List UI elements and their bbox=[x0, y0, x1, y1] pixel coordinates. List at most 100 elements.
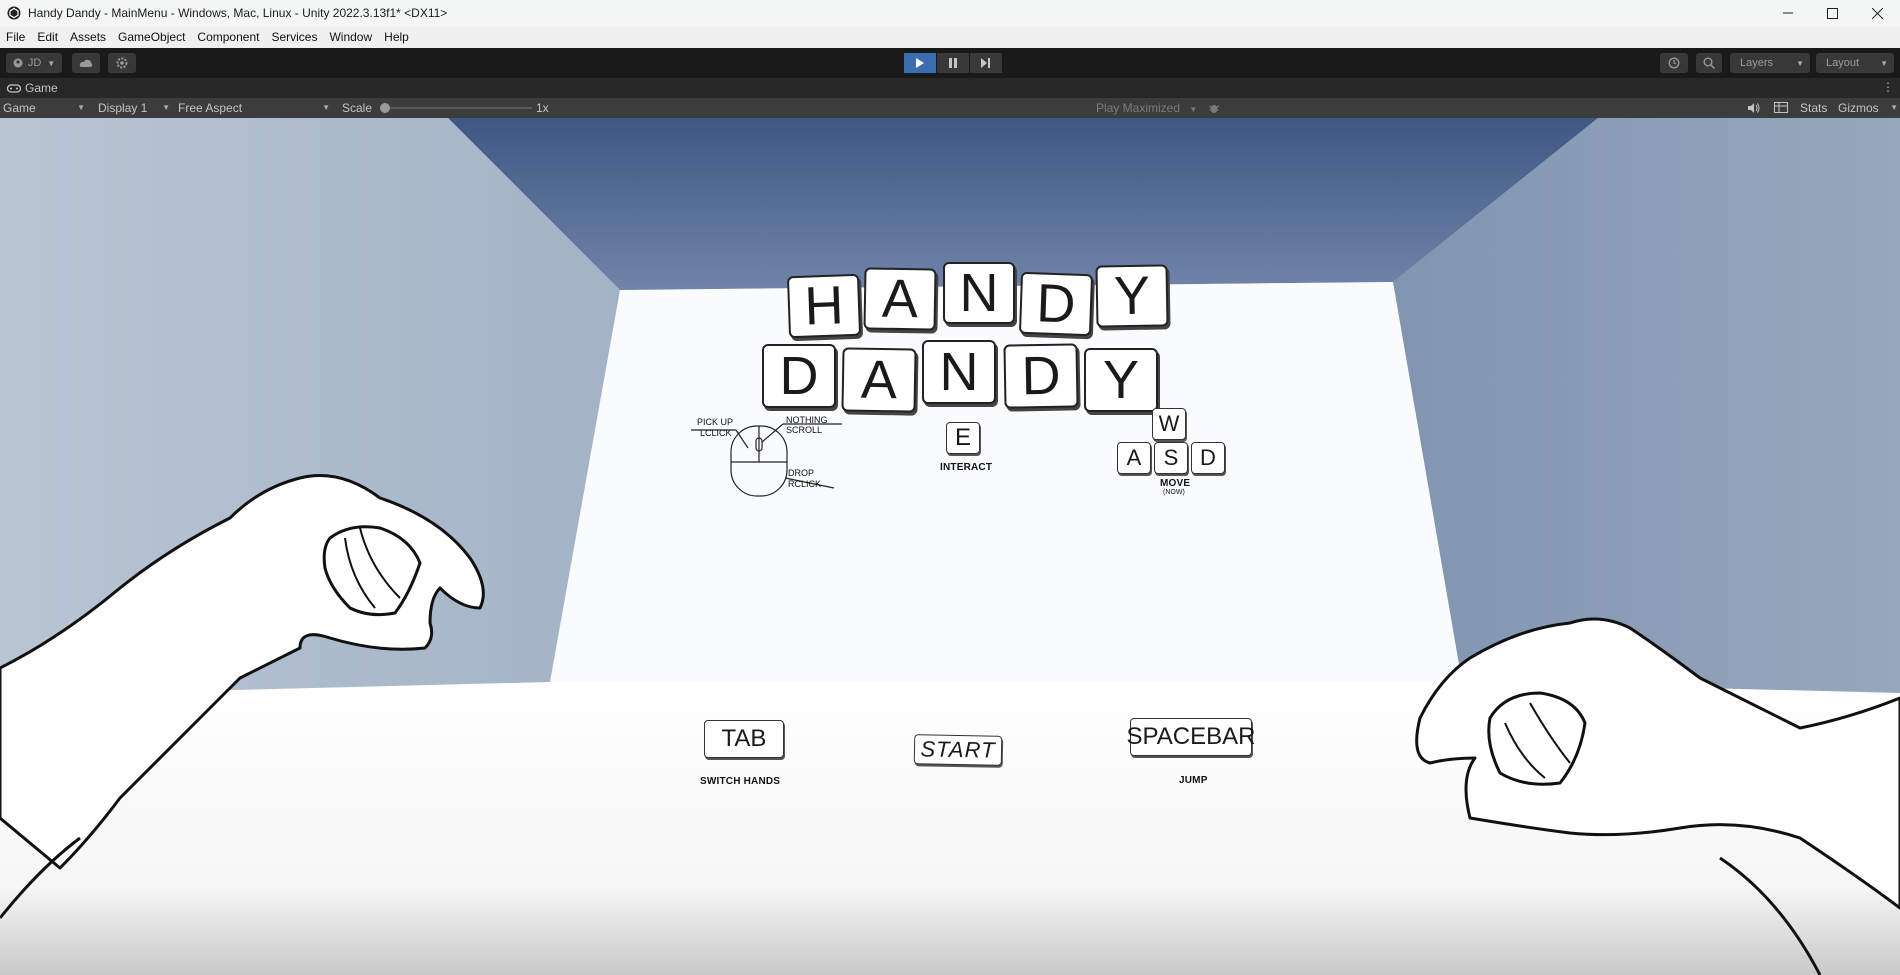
move-sublabel: (NOW) bbox=[1163, 489, 1185, 496]
menu-assets[interactable]: Assets bbox=[64, 26, 112, 48]
menu-services[interactable]: Services bbox=[265, 26, 323, 48]
minimize-button[interactable] bbox=[1765, 0, 1810, 26]
game-mode-dropdown[interactable]: Game ▼ bbox=[3, 98, 85, 118]
layout-label: Layout bbox=[1826, 57, 1860, 69]
title-tile: A bbox=[841, 347, 917, 413]
display-dropdown[interactable]: Display 1 ▼ bbox=[98, 98, 170, 118]
chevron-down-icon: ▼ bbox=[1189, 105, 1198, 114]
stats-button[interactable]: Stats bbox=[1800, 98, 1827, 118]
aspect-dropdown[interactable]: Free Aspect ▼ bbox=[178, 98, 330, 118]
nothing-label: NOTHING bbox=[786, 415, 828, 425]
kebab-menu-icon[interactable]: ⋮ bbox=[1882, 80, 1894, 94]
title-tile: H bbox=[786, 273, 862, 339]
title-tile: N bbox=[922, 340, 996, 404]
chevron-down-icon: ▼ bbox=[1890, 103, 1898, 112]
bug-icon[interactable] bbox=[1208, 102, 1220, 114]
title-tile: Y bbox=[1095, 264, 1169, 328]
d-key: D bbox=[1191, 442, 1225, 474]
gamepad-icon bbox=[7, 83, 21, 93]
layers-dropdown[interactable]: Layers ▼ bbox=[1730, 53, 1810, 73]
rclick-label: RCLICK bbox=[788, 479, 822, 489]
play-maximized-dropdown[interactable]: Play Maximized ▼ bbox=[1096, 98, 1197, 120]
spacebar-key: SPACEBAR bbox=[1127, 718, 1255, 756]
game-view-controls: Game ▼ Display 1 ▼ Free Aspect ▼ Scale 1… bbox=[0, 98, 1900, 118]
pause-button[interactable] bbox=[937, 53, 969, 73]
cloud-icon bbox=[79, 59, 93, 67]
title-tile: D bbox=[1003, 343, 1079, 409]
lclick-label: LCLICK bbox=[700, 428, 732, 438]
window-titlebar: Handy Dandy - MainMenu - Windows, Mac, L… bbox=[0, 0, 1900, 26]
menu-window[interactable]: Window bbox=[323, 26, 378, 48]
maximize-button[interactable] bbox=[1810, 0, 1855, 26]
mute-audio-icon[interactable] bbox=[1747, 102, 1760, 114]
undo-history-button[interactable] bbox=[1660, 53, 1688, 73]
game-mode-label: Game bbox=[3, 101, 36, 115]
step-button[interactable] bbox=[970, 53, 1002, 73]
chevron-down-icon: ▼ bbox=[1880, 58, 1888, 68]
title-tile: A bbox=[863, 267, 937, 331]
menu-file[interactable]: File bbox=[0, 26, 31, 48]
settings-button[interactable] bbox=[108, 53, 136, 73]
chevron-down-icon: ▼ bbox=[322, 103, 330, 112]
play-icon bbox=[916, 58, 924, 68]
main-toolbar: JD ▼ Layers ▼ Layout ▼ bbox=[0, 48, 1900, 78]
gizmos-dropdown[interactable]: Gizmos ▼ bbox=[1838, 98, 1898, 118]
scene-background bbox=[0, 118, 1900, 975]
back-wall bbox=[550, 282, 1462, 682]
layers-label: Layers bbox=[1740, 57, 1774, 69]
chevron-down-icon: ▼ bbox=[162, 103, 170, 112]
chevron-down-icon: ▼ bbox=[47, 58, 56, 68]
gizmos-label: Gizmos bbox=[1838, 101, 1879, 115]
display-label: Display 1 bbox=[98, 101, 148, 115]
close-button[interactable] bbox=[1855, 0, 1900, 26]
start-button[interactable]: START bbox=[913, 734, 1003, 766]
minimize-icon bbox=[1782, 12, 1793, 14]
account-label: JD bbox=[27, 57, 42, 69]
chevron-down-icon: ▼ bbox=[1796, 58, 1804, 68]
scale-label: Scale bbox=[342, 101, 373, 115]
scale-value: 1x bbox=[536, 101, 549, 115]
title-tile: Y bbox=[1084, 348, 1158, 412]
aspect-label: Free Aspect bbox=[178, 101, 243, 115]
account-icon bbox=[13, 58, 23, 68]
search-icon bbox=[1703, 57, 1715, 69]
gear-icon bbox=[116, 57, 128, 69]
e-key: E bbox=[946, 422, 980, 454]
move-label: MOVE bbox=[1160, 478, 1191, 489]
layout-dropdown[interactable]: Layout ▼ bbox=[1816, 53, 1894, 73]
menu-edit[interactable]: Edit bbox=[31, 26, 64, 48]
tab-game-label: Game bbox=[25, 81, 58, 95]
chevron-down-icon: ▼ bbox=[77, 103, 85, 112]
tab-key: TAB bbox=[704, 720, 784, 758]
menu-help[interactable]: Help bbox=[378, 26, 415, 48]
scroll-label: SCROLL bbox=[786, 425, 823, 435]
w-key: W bbox=[1152, 408, 1186, 440]
history-icon bbox=[1668, 57, 1680, 69]
account-dropdown[interactable]: JD ▼ bbox=[6, 53, 62, 73]
a-key: A bbox=[1117, 442, 1151, 474]
window-title: Handy Dandy - MainMenu - Windows, Mac, L… bbox=[28, 6, 448, 20]
title-tile: N bbox=[943, 262, 1015, 324]
title-tile: D bbox=[1018, 271, 1094, 337]
scale-slider-track[interactable] bbox=[382, 107, 532, 109]
title-tile: D bbox=[762, 344, 836, 408]
play-maximized-label: Play Maximized bbox=[1096, 101, 1181, 115]
cloud-button[interactable] bbox=[72, 53, 100, 73]
switch-hands-label: SWITCH HANDS bbox=[700, 776, 781, 787]
step-icon bbox=[981, 58, 990, 68]
tab-game[interactable]: Game bbox=[0, 81, 58, 95]
menu-component[interactable]: Component bbox=[191, 26, 265, 48]
search-button[interactable] bbox=[1696, 53, 1722, 73]
close-icon bbox=[1872, 7, 1883, 19]
resolution-icon[interactable] bbox=[1774, 102, 1788, 114]
maximize-icon bbox=[1827, 7, 1838, 19]
s-key: S bbox=[1154, 442, 1188, 474]
menu-gameobject[interactable]: GameObject bbox=[112, 26, 191, 48]
interact-label: INTERACT bbox=[940, 462, 993, 473]
menu-bar: File Edit Assets GameObject Component Se… bbox=[0, 26, 1900, 48]
game-viewport[interactable]: H A N D Y D A N D Y PICK UP LCLICK NOTHI… bbox=[0, 118, 1900, 975]
scale-slider-thumb[interactable] bbox=[380, 103, 390, 113]
unity-logo-icon bbox=[7, 6, 21, 20]
pause-icon bbox=[949, 58, 957, 68]
play-button[interactable] bbox=[904, 53, 936, 73]
